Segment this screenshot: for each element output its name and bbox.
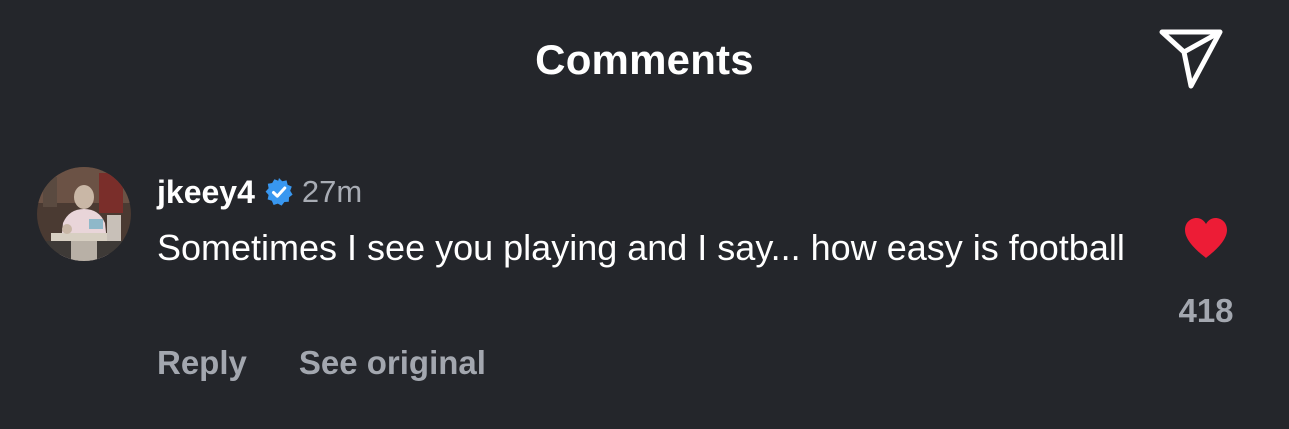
like-button[interactable] bbox=[1182, 216, 1230, 260]
username-link[interactable]: jkeey4 bbox=[157, 174, 255, 211]
comment-meta: jkeey4 27m bbox=[157, 172, 362, 212]
share-button[interactable] bbox=[1158, 28, 1224, 90]
heart-icon bbox=[1185, 218, 1227, 258]
avatar[interactable] bbox=[37, 167, 131, 261]
verified-badge-icon bbox=[264, 177, 294, 207]
comment-actions: Reply See original bbox=[157, 344, 486, 382]
page-title: Comments bbox=[535, 36, 754, 83]
reply-button[interactable]: Reply bbox=[157, 344, 247, 382]
see-original-button[interactable]: See original bbox=[299, 344, 486, 382]
comment-text: Sometimes I see you playing and I say...… bbox=[157, 227, 1125, 268]
like-count: 418 bbox=[1178, 292, 1234, 329]
avatar-image bbox=[37, 167, 131, 261]
comment-timestamp: 27m bbox=[301, 174, 363, 209]
send-icon bbox=[1159, 29, 1223, 89]
